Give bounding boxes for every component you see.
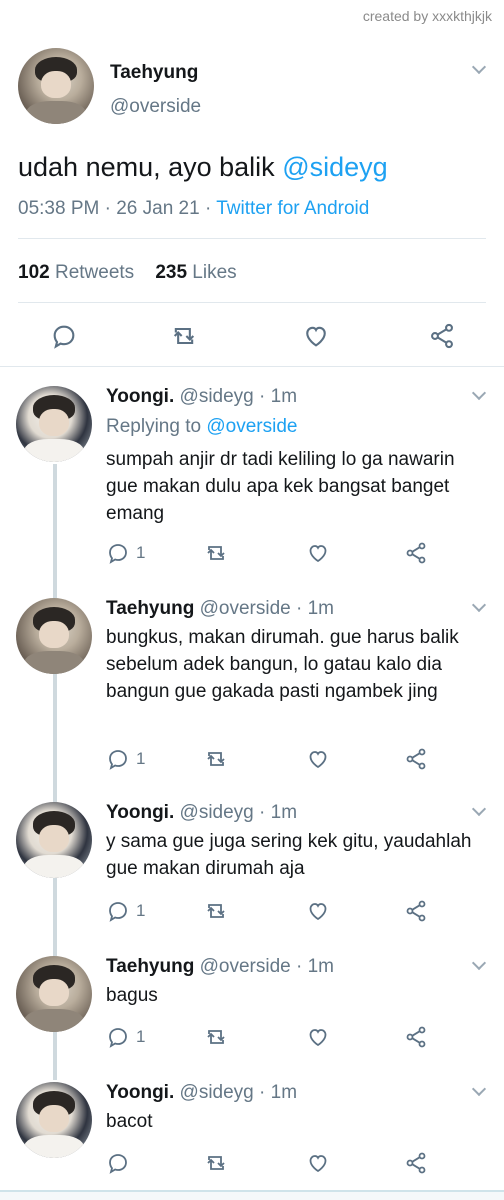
divider <box>18 302 486 303</box>
chevron-down-icon[interactable] <box>471 385 487 401</box>
avatar[interactable] <box>16 598 92 674</box>
reply-button[interactable]: 1 <box>106 744 145 774</box>
chevron-down-icon[interactable] <box>471 59 487 75</box>
reply-text: bungkus, makan dirumah. gue harus balik … <box>106 627 459 702</box>
reply-header: Yoongi. @sideyg · 1m <box>106 386 297 408</box>
retweet-icon[interactable] <box>204 1022 228 1052</box>
replying-prefix: Replying to <box>106 416 207 437</box>
reply-header: Taehyung @overside · 1m <box>106 956 334 978</box>
watermark: created by xxxkthjkjk <box>362 8 492 24</box>
reply-icon <box>109 1154 127 1174</box>
reply-text: bacot <box>106 1111 153 1132</box>
tweet-timestamp: 05:38 PM · 26 Jan 21 · Twitter for Andro… <box>18 198 369 220</box>
reply-button[interactable]: 1 <box>106 896 145 926</box>
reply-icon[interactable] <box>50 322 78 350</box>
author-name[interactable]: Yoongi. <box>106 386 174 407</box>
like-icon[interactable] <box>306 896 330 926</box>
author-name[interactable]: Yoongi. <box>106 802 174 823</box>
share-icon[interactable] <box>404 1148 428 1178</box>
author-name[interactable]: Taehyung <box>110 62 198 84</box>
avatar[interactable] <box>16 1082 92 1158</box>
reply-button[interactable]: 1 <box>106 1022 145 1052</box>
chevron-down-icon[interactable] <box>471 597 487 613</box>
reply-tweet[interactable]: Taehyung @overside · 1m bungkus, makan d… <box>0 584 504 796</box>
reply-tweet[interactable]: Yoongi. @sideyg · 1m bacot <box>0 1068 504 1190</box>
author-handle[interactable]: @overside <box>110 96 201 118</box>
retweets-label[interactable]: Retweets <box>55 262 134 283</box>
share-icon[interactable] <box>404 896 428 926</box>
reply-count: 1 <box>136 543 146 562</box>
retweet-icon[interactable] <box>204 896 228 926</box>
reply-header: Yoongi. @sideyg · 1m <box>106 802 297 824</box>
share-icon[interactable] <box>404 744 428 774</box>
retweet-icon[interactable] <box>204 744 228 774</box>
avatar[interactable] <box>16 956 92 1032</box>
share-icon[interactable] <box>404 1022 428 1052</box>
reply-icon <box>109 1028 127 1048</box>
retweets-count[interactable]: 102 <box>18 262 50 283</box>
reply-tweet[interactable]: Yoongi. @sideyg · 1m y sama gue juga ser… <box>0 788 504 948</box>
reply-actions: 1 <box>0 1022 504 1052</box>
mention-link[interactable]: @overside <box>206 416 297 437</box>
author-handle-time: @overside · 1m <box>199 598 334 619</box>
retweet-icon[interactable] <box>204 1148 228 1178</box>
source-link[interactable]: Twitter for Android <box>216 198 369 219</box>
reply-actions: 1 <box>0 744 504 774</box>
reply-text: sumpah anjir dr tadi keliling lo ga nawa… <box>106 449 455 524</box>
tweet-text: udah nemu, ayo balik @sideyg <box>18 152 388 183</box>
like-icon[interactable] <box>306 1022 330 1052</box>
retweet-icon[interactable] <box>204 538 228 568</box>
reply-icon <box>109 902 127 922</box>
share-icon[interactable] <box>428 322 456 350</box>
replying-to: Replying to @overside <box>106 416 297 438</box>
reply-tweet[interactable]: Yoongi. @sideyg · 1m Replying to @oversi… <box>0 372 504 588</box>
reply-actions: 1 <box>0 896 504 926</box>
reply-count: 1 <box>136 1027 146 1046</box>
reply-header: Taehyung @overside · 1m <box>106 598 334 620</box>
tweet-text-body: udah nemu, ayo balik <box>18 152 283 182</box>
bottom-bar <box>0 1190 504 1200</box>
avatar[interactable] <box>16 386 92 462</box>
reply-count: 1 <box>136 749 146 768</box>
author-handle-time: @sideyg · 1m <box>179 386 298 407</box>
retweet-icon[interactable] <box>170 322 198 350</box>
avatar[interactable] <box>16 802 92 878</box>
chevron-down-icon[interactable] <box>471 1081 487 1097</box>
like-icon[interactable] <box>302 322 330 350</box>
author-name[interactable]: Yoongi. <box>106 1082 174 1103</box>
tweet-stats: 102 Retweets 235 Likes <box>18 262 237 284</box>
like-icon[interactable] <box>306 538 330 568</box>
likes-label[interactable]: Likes <box>192 262 236 283</box>
reply-button[interactable] <box>106 1148 136 1178</box>
reply-text: bagus <box>106 985 158 1006</box>
reply-icon <box>109 544 127 564</box>
reply-actions: 1 <box>0 538 504 568</box>
like-icon[interactable] <box>306 744 330 774</box>
reply-tweet[interactable]: Taehyung @overside · 1m bagus 1 <box>0 942 504 1072</box>
author-name[interactable]: Taehyung <box>106 598 194 619</box>
author-handle-time: @overside · 1m <box>199 956 334 977</box>
like-icon[interactable] <box>306 1148 330 1178</box>
mention-link[interactable]: @sideyg <box>282 152 387 182</box>
reply-count: 1 <box>136 901 146 920</box>
likes-count[interactable]: 235 <box>155 262 187 283</box>
author-handle-time: @sideyg · 1m <box>179 802 298 823</box>
chevron-down-icon[interactable] <box>471 801 487 817</box>
tweet-actions <box>0 314 504 358</box>
author-handle-time: @sideyg · 1m <box>179 1082 298 1103</box>
divider <box>18 238 486 239</box>
share-icon[interactable] <box>404 538 428 568</box>
chevron-down-icon[interactable] <box>471 955 487 971</box>
author-name[interactable]: Taehyung <box>106 956 194 977</box>
reply-text: y sama gue juga sering kek gitu, yaudahl… <box>106 831 472 879</box>
reply-actions <box>0 1148 504 1178</box>
main-tweet: Taehyung @overside udah nemu, ayo balik … <box>0 36 504 366</box>
reply-header: Yoongi. @sideyg · 1m <box>106 1082 297 1104</box>
reply-button[interactable]: 1 <box>106 538 145 568</box>
avatar[interactable] <box>18 48 94 124</box>
section-divider <box>0 366 504 367</box>
reply-icon <box>109 750 127 770</box>
timestamp-text: 05:38 PM · 26 Jan 21 · <box>18 198 217 219</box>
